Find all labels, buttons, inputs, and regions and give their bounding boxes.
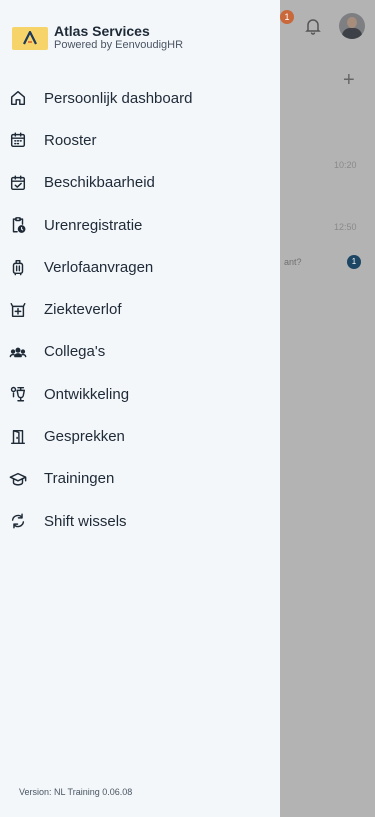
menu-item-label: Persoonlijk dashboard [44, 89, 193, 107]
menu: Persoonlijk dashboard Rooster Beschikbaa… [0, 77, 280, 542]
menu-item-verlofaanvragen[interactable]: Verlofaanvragen [0, 246, 280, 288]
avatar [339, 13, 365, 39]
app-title: Atlas Services [54, 23, 150, 39]
menu-item-label: Beschikbaarheid [44, 174, 155, 192]
menu-item-label: Urenregistratie [44, 216, 143, 234]
menu-item-ziekteverlof[interactable]: Ziekteverlof [0, 288, 280, 330]
menu-item-label: Ontwikkeling [44, 385, 130, 403]
menu-item-ontwikkeling[interactable]: Ontwikkeling [0, 373, 280, 415]
menu-item-label: Collega's [44, 343, 106, 361]
timestamp: 12:50 [334, 222, 357, 232]
menu-item-beschikbaarheid[interactable]: Beschikbaarheid [0, 162, 280, 204]
menu-item-label: Shift wissels [44, 512, 127, 530]
suitcase-icon [8, 257, 28, 277]
clipboard-clock-icon [8, 215, 28, 235]
menu-item-label: Rooster [44, 131, 97, 149]
menu-item-rooster[interactable]: Rooster [0, 119, 280, 161]
development-icon [8, 384, 28, 404]
logo-icon [12, 26, 48, 50]
menu-item-label: Ziekteverlof [44, 301, 122, 319]
app-subtitle: Powered by EenvoudigHR [54, 39, 184, 51]
menu-item-trainingen[interactable]: Trainingen [0, 458, 280, 500]
menu-item-label: Trainingen [44, 470, 115, 488]
medical-cross-icon [8, 300, 28, 320]
plus-icon: + [343, 69, 355, 91]
timestamp: 10:20 [334, 160, 357, 170]
version-label: Version: NL Training 0.06.08 [19, 787, 133, 797]
calendar-icon [8, 130, 28, 150]
menu-item-collegas[interactable]: Collega's [0, 331, 280, 373]
door-icon [8, 427, 28, 447]
brand[interactable]: Atlas Services Powered by EenvoudigHR [12, 24, 183, 52]
bell-icon [303, 16, 323, 36]
home-icon [8, 88, 28, 108]
swap-icon [8, 511, 28, 531]
navigation-drawer: Atlas Services Powered by EenvoudigHR Pe… [0, 0, 280, 817]
users-icon [8, 342, 28, 362]
menu-item-label: Verlofaanvragen [44, 258, 154, 276]
menu-item-shift-wissels[interactable]: Shift wissels [0, 500, 280, 542]
message-snippet: ant? [284, 257, 302, 267]
menu-item-gesprekken[interactable]: Gesprekken [0, 415, 280, 457]
menu-item-dashboard[interactable]: Persoonlijk dashboard [0, 77, 280, 119]
notification-badge: 1 [280, 10, 294, 24]
calendar-check-icon [8, 173, 28, 193]
graduation-cap-icon [8, 469, 28, 489]
menu-item-label: Gesprekken [44, 428, 125, 446]
unread-badge: 1 [347, 255, 361, 269]
menu-item-urenregistratie[interactable]: Urenregistratie [0, 204, 280, 246]
